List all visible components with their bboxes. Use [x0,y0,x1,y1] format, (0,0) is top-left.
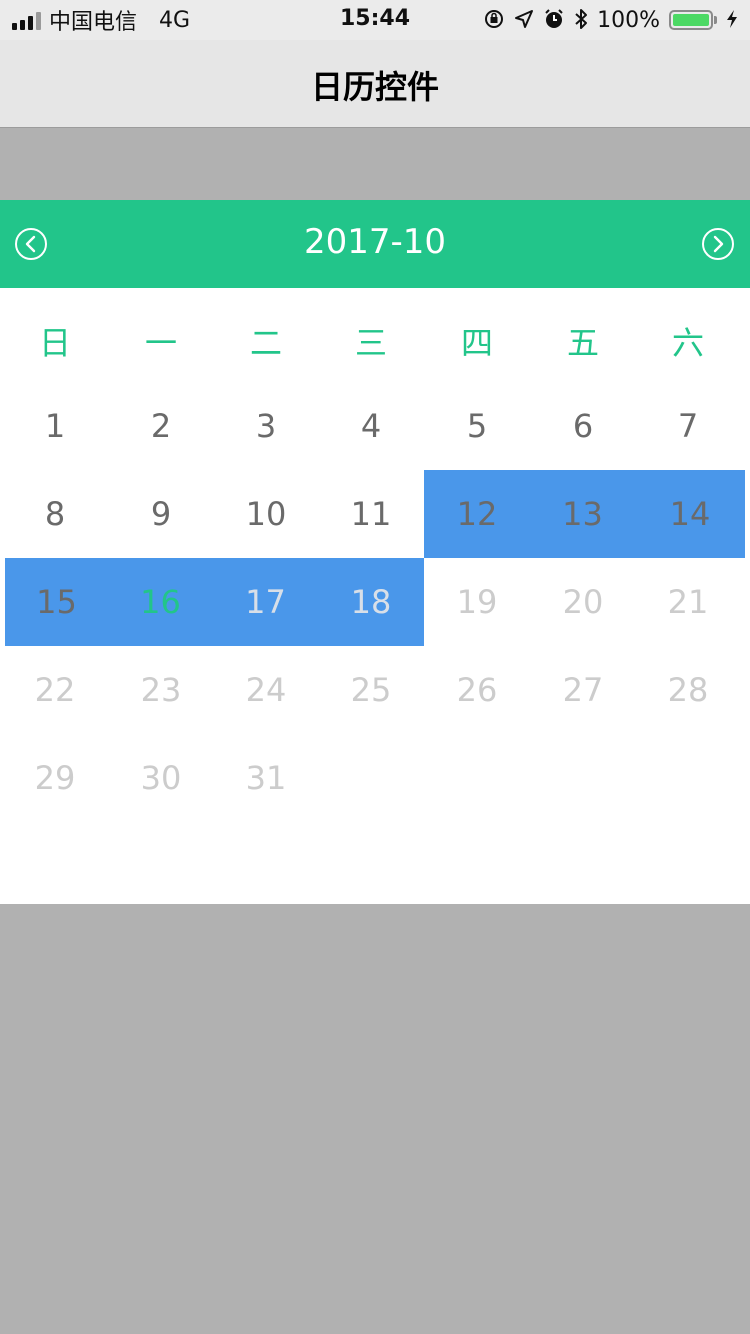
bluetooth-icon [574,8,588,33]
status-bar: 中国电信 4G 15:44 100% [0,0,750,40]
calendar-day-3[interactable]: 3 [213,382,319,470]
calendar-day-27[interactable]: 27 [530,646,636,734]
calendar-day-18[interactable]: 18 [318,558,424,646]
battery-icon [669,10,717,30]
orientation-lock-icon [483,8,505,33]
calendar-day-13[interactable]: 13 [530,470,635,558]
calendar-day-1[interactable]: 1 [2,382,108,470]
calendar-day-26[interactable]: 26 [424,646,530,734]
calendar-day-11[interactable]: 11 [318,470,424,558]
status-right: 100% [483,6,738,34]
calendar-grid: 日一二三四五六 1 2 3 4 5 6 7 8 9 10 11 12 13 14 15 16 17 18 19 20 2… [0,288,750,904]
weekday-label: 三 [354,324,387,362]
next-month-button[interactable] [701,227,735,261]
charging-icon [726,9,738,32]
battery-percent: 100% [597,7,660,33]
navigation-bar: 日历控件 [0,40,750,128]
weekday-label: 四 [460,324,493,362]
weekday-label: 五 [566,324,599,362]
calendar-day-16[interactable]: 16 [108,558,213,646]
calendar-day-19[interactable]: 19 [424,558,530,646]
calendar-day-23[interactable]: 23 [108,646,214,734]
calendar-day-20[interactable]: 20 [530,558,636,646]
weekday-label: 二 [249,324,282,362]
calendar-day-8[interactable]: 8 [2,470,108,558]
weekday-header-row: 日一二三四五六 [0,288,750,388]
weekday-label: 一 [144,324,177,362]
calendar-day-6[interactable]: 6 [530,382,636,470]
calendar-day-2[interactable]: 2 [108,382,214,470]
calendar-day-21[interactable]: 21 [635,558,741,646]
chevron-right-circle-icon [702,228,734,260]
calendar-day-4[interactable]: 4 [318,382,424,470]
weekday-label: 日 [38,324,71,362]
page-title: 日历控件 [310,68,439,106]
calendar-day-15[interactable]: 15 [5,558,108,646]
calendar-day-14[interactable]: 14 [635,470,745,558]
calendar-day-24[interactable]: 24 [213,646,319,734]
calendar-header: 2017-10 [0,200,750,288]
calendar-day-28[interactable]: 28 [635,646,741,734]
calendar-day-30[interactable]: 30 [108,734,214,822]
month-label: 2017-10 [303,222,447,262]
calendar-day-17[interactable]: 17 [213,558,318,646]
calendar-day-10[interactable]: 10 [213,470,319,558]
calendar-day-5[interactable]: 5 [424,382,530,470]
location-icon [514,9,534,32]
calendar-day-9[interactable]: 9 [108,470,214,558]
calendar-day-7[interactable]: 7 [635,382,741,470]
calendar-day-25[interactable]: 25 [318,646,424,734]
calendar-day-22[interactable]: 22 [2,646,108,734]
calendar-day-31[interactable]: 31 [213,734,319,822]
alarm-icon [543,8,565,33]
calendar-day-12[interactable]: 12 [424,470,530,558]
calendar-day-29[interactable]: 29 [2,734,108,822]
weekday-label: 六 [671,324,704,362]
